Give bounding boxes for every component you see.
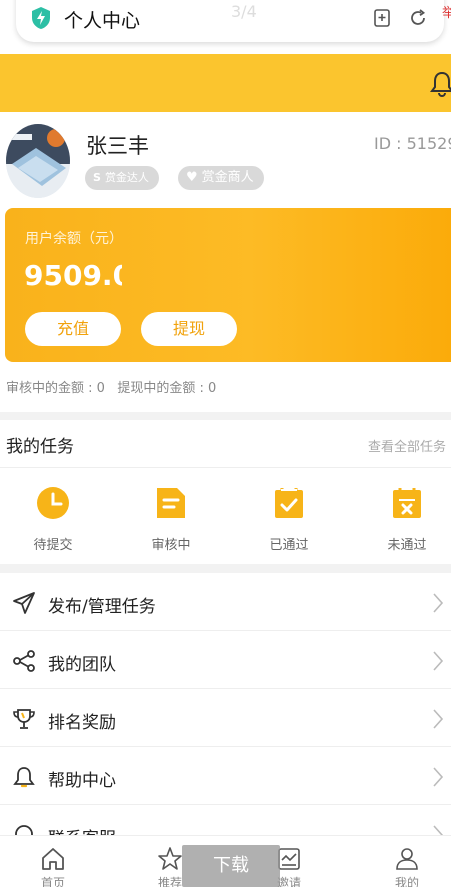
- header-bar: [0, 54, 451, 112]
- chevron-right-icon: [433, 593, 444, 613]
- send-icon: [13, 592, 35, 614]
- view-all-tasks-link[interactable]: 查看全部任务: [368, 436, 446, 455]
- home-icon: [42, 848, 64, 870]
- bell-icon: [13, 767, 35, 788]
- user-id: ID : 51529: [374, 134, 451, 153]
- menu-item-help-center[interactable]: 帮助中心: [0, 747, 451, 805]
- s-icon: S: [93, 171, 101, 184]
- task-passed[interactable]: 已通过: [249, 486, 329, 553]
- menu-item-ranking-rewards[interactable]: 排名奖励: [0, 689, 451, 747]
- pending-amounts: 审核中的金额 : 0 提现中的金额 : 0: [6, 377, 216, 396]
- tasks-title: 我的任务: [6, 437, 74, 457]
- chevron-right-icon: [433, 767, 444, 787]
- divider: [0, 467, 451, 468]
- balance-label: 用户余额（元）: [25, 231, 123, 247]
- bookmark-add-icon[interactable]: [372, 8, 392, 28]
- star-icon: [158, 847, 182, 870]
- download-button[interactable]: 下载: [182, 845, 280, 887]
- heart-icon: ♥: [186, 170, 198, 185]
- user-name: 张三丰: [86, 134, 149, 158]
- check-clipboard-icon: [275, 488, 303, 518]
- shield-icon: [32, 7, 50, 29]
- refresh-icon[interactable]: [408, 8, 428, 28]
- avatar[interactable]: [6, 124, 70, 198]
- browser-pill: 个人中心 3/4: [16, 0, 444, 42]
- badge-bounty-expert: S 赏金达人: [85, 166, 159, 190]
- balance-amount: 9509.00: [24, 259, 122, 292]
- menu-list: 发布/管理任务 我的团队 排名奖励 帮助中心: [0, 573, 451, 863]
- chevron-right-icon: [433, 709, 444, 729]
- trophy-icon: [13, 709, 35, 729]
- clock-icon: [37, 487, 69, 519]
- task-rejected[interactable]: 未通过: [367, 486, 447, 553]
- nav-home[interactable]: 首页: [23, 846, 83, 887]
- task-pending-submit[interactable]: 待提交: [13, 486, 93, 553]
- share-icon: [13, 650, 35, 672]
- withdrawing-amount: 提现中的金额 : 0: [117, 381, 217, 396]
- reviewing-amount: 审核中的金额 : 0: [6, 381, 105, 396]
- edge-text: 举: [442, 6, 451, 21]
- page-indicator: 3/4: [231, 2, 257, 21]
- charge-button[interactable]: 充值: [25, 312, 121, 346]
- nav-mine[interactable]: 我的: [377, 846, 437, 887]
- chevron-right-icon: [433, 651, 444, 671]
- document-icon: [157, 488, 185, 518]
- withdraw-button[interactable]: 提现: [141, 312, 237, 346]
- badge-bounty-merchant: ♥ 赏金商人: [178, 166, 264, 190]
- user-icon: [396, 848, 418, 870]
- menu-item-my-team[interactable]: 我的团队: [0, 631, 451, 689]
- x-clipboard-icon: [393, 488, 421, 518]
- task-reviewing[interactable]: 审核中: [131, 486, 211, 553]
- avatar-image: [6, 124, 70, 198]
- menu-item-publish-tasks[interactable]: 发布/管理任务: [0, 573, 451, 631]
- notification-bell-icon[interactable]: [430, 70, 451, 98]
- page-title: 个人中心: [64, 10, 141, 32]
